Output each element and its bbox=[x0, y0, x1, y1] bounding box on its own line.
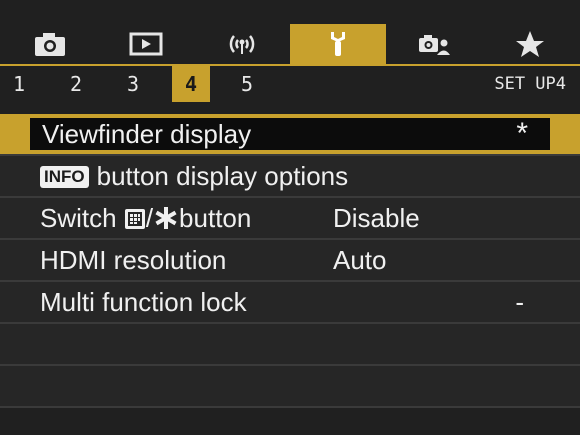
af-point-selection-icon bbox=[124, 209, 145, 229]
star-icon bbox=[516, 31, 544, 57]
page-number-4[interactable]: 4 bbox=[172, 66, 210, 102]
menu-item-label-wrap: Switch / button bbox=[40, 198, 251, 238]
info-button-badge: INFO bbox=[40, 166, 89, 188]
menu-item-info-button-display-options[interactable]: INFO button display options bbox=[0, 156, 580, 198]
menu-item-value: Auto bbox=[333, 245, 387, 275]
menu-row-empty bbox=[0, 324, 580, 366]
menu-item-multi-function-lock[interactable]: Multi function lock - bbox=[0, 282, 580, 324]
tab-wireless[interactable] bbox=[194, 24, 290, 64]
menu-item-hdmi-resolution[interactable]: HDMI resolution Auto bbox=[0, 240, 580, 282]
menu-item-label-suffix: button bbox=[179, 203, 252, 233]
ae-lock-asterisk-icon bbox=[155, 207, 177, 229]
menu-item-label-wrap: INFO button display options bbox=[40, 156, 348, 196]
setup-menu-list: Viewfinder display * INFO button display … bbox=[0, 114, 580, 408]
page-indicator: 1 2 3 4 5 SET UP4 bbox=[0, 66, 580, 102]
wireless-icon bbox=[229, 35, 255, 54]
menu-item-value: * bbox=[516, 117, 528, 150]
camera-icon bbox=[35, 33, 65, 56]
menu-tab-bar bbox=[0, 24, 580, 64]
camera-menu-screen: 1 2 3 4 5 SET UP4 Viewfinder display * I… bbox=[0, 0, 580, 435]
page-number-1[interactable]: 1 bbox=[4, 66, 34, 102]
wrench-icon bbox=[331, 32, 345, 56]
menu-item-switch-button[interactable]: Switch / button Disable bbox=[0, 198, 580, 240]
slash-separator: / bbox=[145, 203, 154, 233]
custom-functions-icon bbox=[419, 35, 450, 55]
menu-item-viewfinder-display[interactable]: Viewfinder display * bbox=[0, 114, 580, 156]
menu-item-label: button display options bbox=[96, 161, 349, 191]
playback-icon bbox=[129, 32, 163, 56]
tab-playback[interactable] bbox=[98, 24, 194, 64]
menu-item-label: Multi function lock bbox=[40, 287, 247, 317]
menu-item-label-prefix: Switch bbox=[40, 203, 117, 233]
tab-custom-functions[interactable] bbox=[386, 24, 482, 64]
tab-my-menu[interactable] bbox=[482, 24, 578, 64]
page-number-5[interactable]: 5 bbox=[232, 66, 262, 102]
menu-item-value: Disable bbox=[333, 203, 420, 233]
menu-item-label: Viewfinder display bbox=[42, 119, 252, 149]
menu-item-value: - bbox=[515, 287, 524, 317]
menu-item-label: HDMI resolution bbox=[40, 245, 227, 275]
tab-shooting[interactable] bbox=[2, 24, 98, 64]
menu-row-empty bbox=[0, 366, 580, 408]
page-label: SET UP4 bbox=[494, 74, 566, 94]
page-number-3[interactable]: 3 bbox=[118, 66, 148, 102]
tab-setup[interactable] bbox=[290, 24, 386, 64]
page-number-2[interactable]: 2 bbox=[61, 66, 91, 102]
